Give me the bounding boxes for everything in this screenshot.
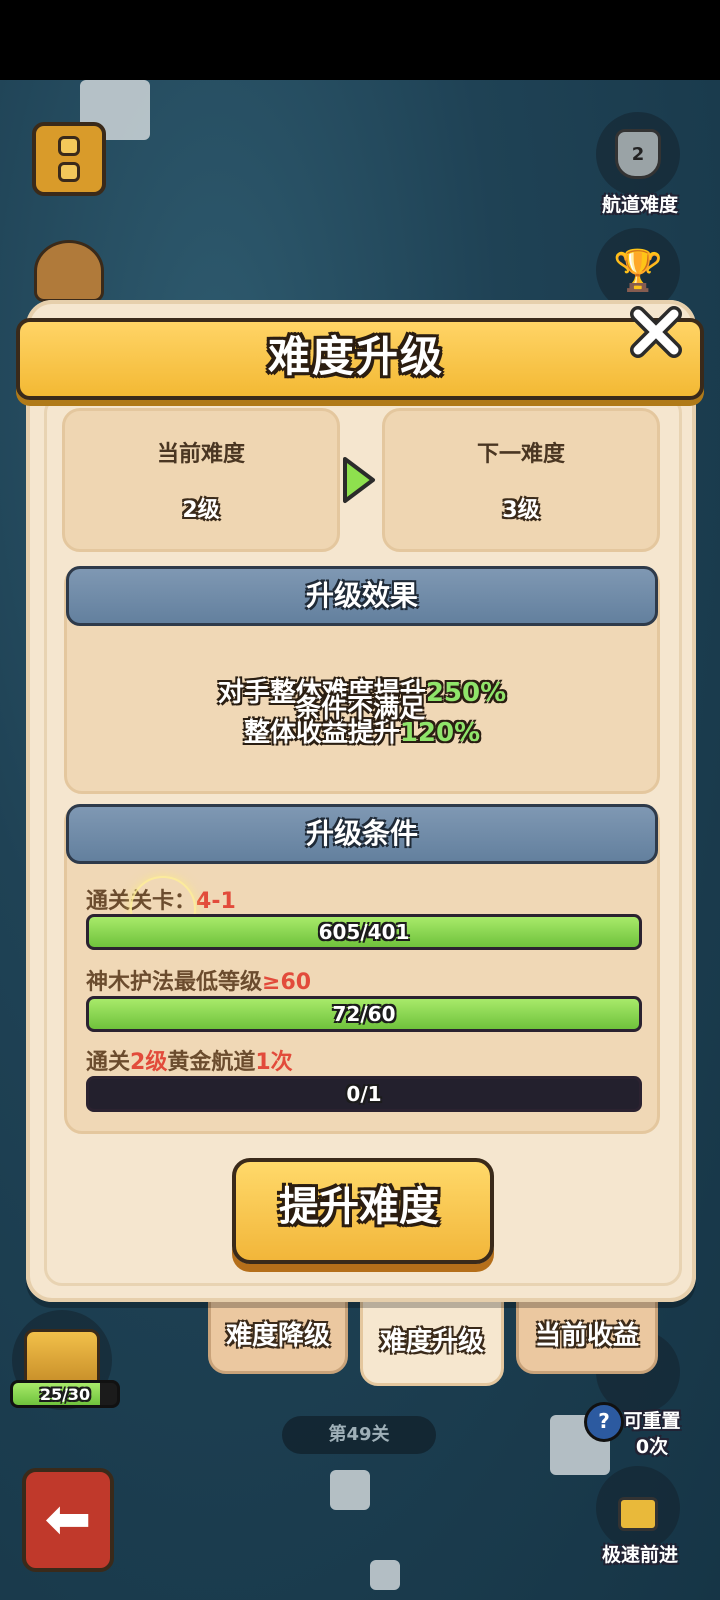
tab-difficulty-upgrade[interactable]: 难度升级 — [360, 1298, 504, 1386]
stage-indicator: 第49关 — [282, 1416, 436, 1454]
speed-forward-label: 极速前进 — [601, 1544, 678, 1566]
route-difficulty-button[interactable]: 2 — [596, 112, 680, 196]
condition-progress-bar-guardian: 72/60 — [86, 996, 642, 1032]
lock-icon — [618, 1497, 658, 1531]
next-difficulty-card — [382, 408, 660, 552]
arrow-left-icon: ⬅ — [44, 1487, 92, 1552]
condition-progress-text-guardian: 72/60 — [332, 1002, 396, 1026]
reset-count: 0次 — [635, 1436, 669, 1458]
modal-title: 难度升级 — [267, 332, 444, 381]
island-decoration — [370, 1560, 400, 1590]
condition-label-guardian-level: 神木护法最低等级≥60 — [86, 970, 312, 995]
next-difficulty-value: 3级 — [502, 498, 540, 523]
next-difficulty-label: 下一难度 — [476, 442, 565, 467]
island-decoration — [330, 1470, 370, 1510]
condition-label-gold-route: 通关2级黄金航道1次 — [86, 1050, 293, 1075]
current-difficulty-card — [62, 408, 340, 552]
speed-forward-button[interactable] — [596, 1466, 680, 1550]
close-icon — [630, 306, 682, 358]
alert-icon — [58, 136, 80, 156]
tab-difficulty-downgrade[interactable]: 难度降级 — [208, 1298, 348, 1374]
chest-progress-bar: 25/30 — [10, 1380, 120, 1408]
back-button[interactable]: ⬅ — [22, 1468, 114, 1572]
close-button[interactable] — [624, 300, 688, 364]
route-difficulty-label: 航道难度 — [601, 194, 678, 216]
condition-not-met-toast: 条件不满足 — [294, 694, 425, 724]
crest-icon[interactable] — [34, 240, 104, 302]
upgrade-conditions-header: 升级条件 — [66, 804, 658, 864]
current-difficulty-label: 当前难度 — [156, 442, 245, 467]
alert-button[interactable] — [32, 122, 106, 196]
reset-label: 可重置 — [623, 1410, 681, 1432]
upgrade-difficulty-label: 提升难度 — [279, 1184, 439, 1230]
condition-progress-text-stage: 605/401 — [318, 920, 410, 944]
condition-progress-bar-gold-route: 0/1 — [86, 1076, 642, 1112]
arrow-right-icon — [342, 456, 376, 508]
tab-current-earnings[interactable]: 当前收益 — [516, 1298, 658, 1374]
condition-progress-text-gold-route: 0/1 — [346, 1082, 382, 1106]
condition-progress-bar-stage: 605/401 — [86, 914, 642, 950]
status-bar — [0, 0, 720, 80]
upgrade-effect-header: 升级效果 — [66, 566, 658, 626]
anchor-badge-icon: 2 — [615, 129, 661, 179]
current-difficulty-value: 2级 — [182, 498, 220, 523]
chest-progress-text: 25/30 — [39, 1384, 91, 1404]
trophy-icon: 🏆 — [613, 247, 663, 294]
